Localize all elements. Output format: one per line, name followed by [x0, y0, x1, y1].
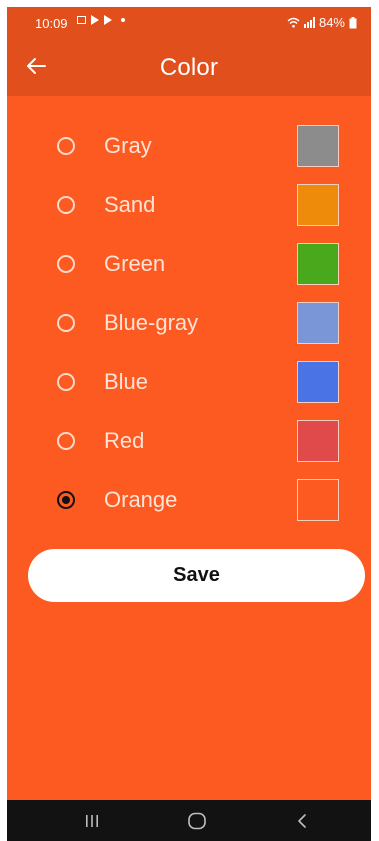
home-button[interactable]	[167, 800, 227, 841]
back-nav-button[interactable]	[272, 800, 332, 841]
wifi-icon	[287, 17, 300, 28]
notification-icons	[77, 15, 125, 25]
home-icon	[188, 812, 206, 829]
status-bar: 10:09 84%	[7, 7, 371, 37]
radio-button[interactable]	[57, 314, 75, 332]
option-label: Sand	[104, 192, 156, 217]
image-icon	[77, 16, 86, 24]
option-label: Green	[104, 251, 166, 276]
color-option-green[interactable]: Green	[7, 234, 371, 292]
dot-icon	[121, 18, 125, 22]
color-option-orange[interactable]: Orange	[7, 470, 371, 528]
radio-button[interactable]	[57, 373, 75, 391]
option-label: Blue-gray	[104, 310, 199, 335]
save-button[interactable]: Save	[28, 549, 365, 602]
option-label: Gray	[104, 133, 152, 158]
play-store-icon	[104, 15, 112, 25]
color-swatch	[297, 479, 339, 521]
recent-apps-icon	[86, 814, 98, 827]
color-option-sand[interactable]: Sand	[7, 175, 371, 233]
option-label: Blue	[104, 369, 149, 394]
color-option-red[interactable]: Red	[7, 411, 371, 469]
status-time: 10:09	[35, 16, 68, 31]
battery-icon	[349, 16, 357, 28]
signal-icon	[303, 17, 315, 28]
radio-button[interactable]	[57, 196, 75, 214]
battery-percent: 84%	[318, 15, 345, 30]
option-label: Red	[104, 428, 145, 453]
color-option-blue[interactable]: Blue	[7, 352, 371, 410]
navigation-bar	[7, 800, 371, 841]
page-title: Color	[159, 54, 219, 81]
app-bar: Color	[7, 37, 371, 96]
radio-button[interactable]	[57, 432, 75, 450]
color-swatch	[297, 361, 339, 403]
status-right: 84%	[287, 15, 357, 30]
radio-button[interactable]	[57, 137, 75, 155]
color-swatch	[297, 243, 339, 285]
color-option-blue-gray[interactable]: Blue-gray	[7, 293, 371, 351]
back-icon	[298, 813, 306, 828]
phone-screen: 10:09 84% Color Gray Sand Green Blue-gra…	[7, 7, 371, 841]
radio-button[interactable]	[57, 255, 75, 273]
play-store-icon	[91, 15, 99, 25]
color-swatch	[297, 302, 339, 344]
recent-apps-button[interactable]	[62, 800, 122, 841]
radio-button[interactable]	[57, 491, 75, 509]
color-option-gray[interactable]: Gray	[7, 116, 371, 174]
color-swatch	[297, 125, 339, 167]
color-swatch	[297, 420, 339, 462]
color-swatch	[297, 184, 339, 226]
option-label: Orange	[104, 487, 178, 512]
